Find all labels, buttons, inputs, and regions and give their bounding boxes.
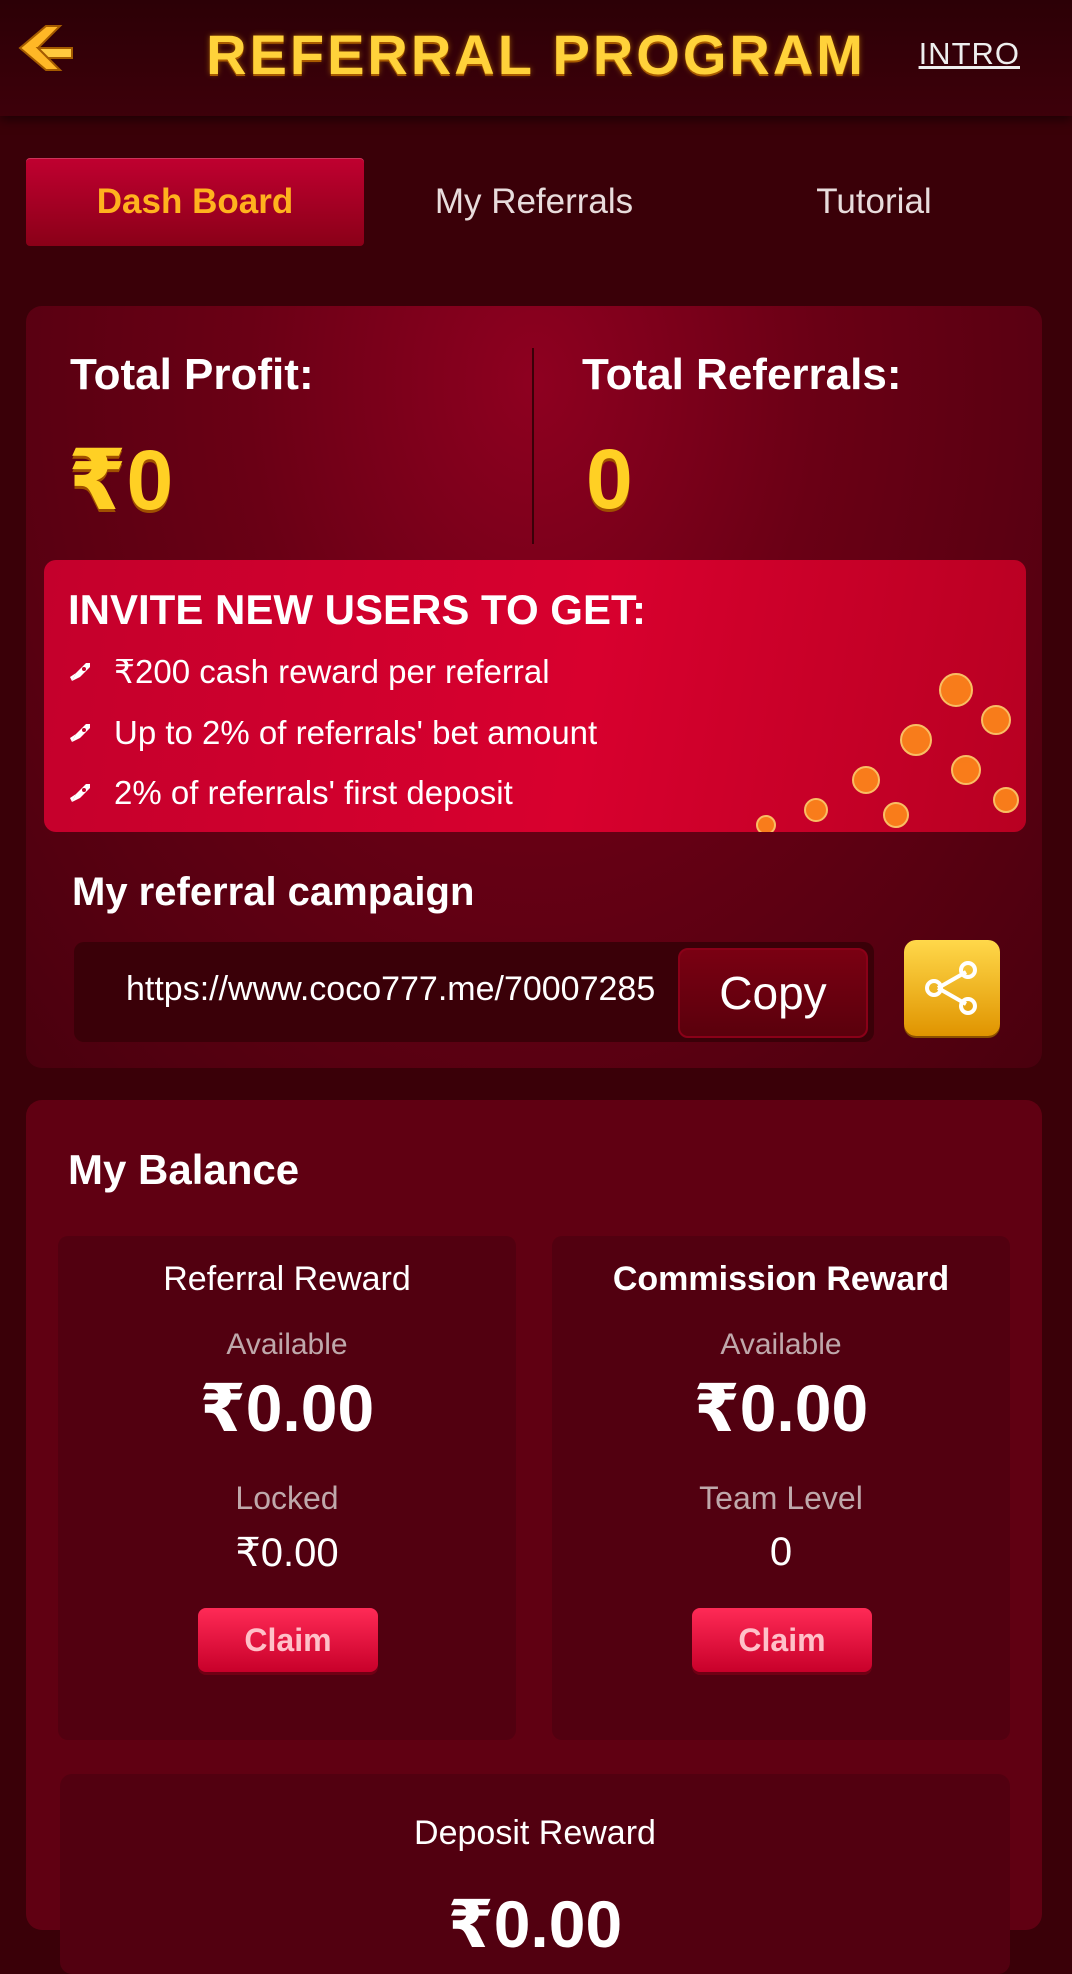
rocket-icon: [70, 662, 90, 681]
team-level-value: 0: [769, 1530, 793, 1574]
available-label: Available: [226, 1328, 348, 1361]
header-bar: REFERRAL PROGRAM INTRO: [0, 0, 1072, 116]
commission-available-value: ₹0.00: [693, 1371, 869, 1445]
commission-reward-panel: Commission Reward Available ₹0.00 Team L…: [552, 1236, 1010, 1740]
balance-title: My Balance: [68, 1146, 300, 1193]
referral-available-value: ₹0.00: [199, 1371, 375, 1445]
invite-benefit-text: Up to 2% of referrals' bet amount: [114, 714, 598, 751]
locked-value: ₹0.00: [235, 1531, 339, 1575]
team-level-label: Team Level: [699, 1480, 863, 1516]
invite-benefit-item: Up to 2% of referrals' bet amount: [68, 714, 597, 752]
invite-title: INVITE NEW USERS TO GET:: [68, 586, 646, 633]
invite-benefit-text: ₹200 cash reward per referral: [114, 653, 550, 690]
tab-bar: Dash Board My Referrals Tutorial: [26, 158, 1046, 246]
commission-reward-title: Commission Reward: [612, 1260, 950, 1298]
deposit-reward-title: Deposit Reward: [414, 1814, 656, 1852]
total-profit-label: Total Profit:: [70, 350, 314, 399]
balance-card: My Balance Referral Reward Available ₹0.…: [26, 1100, 1042, 1974]
share-button[interactable]: [904, 940, 1000, 1036]
rocket-icon: [70, 724, 90, 742]
stats-divider: [532, 348, 534, 544]
rocket-icon: [70, 784, 90, 802]
total-profit-value: ₹0: [68, 433, 174, 527]
invite-banner: INVITE NEW USERS TO GET: ₹200 cash rewar…: [44, 560, 1026, 832]
coins-decoration-icon: [756, 673, 1019, 832]
deposit-reward-value: ₹0.00: [447, 1887, 623, 1961]
claim-referral-button[interactable]: Claim: [198, 1608, 378, 1672]
locked-label: Locked: [235, 1480, 339, 1516]
total-referrals-value: 0: [586, 432, 633, 526]
dashboard-card: Total Profit: ₹0 Total Referrals: 0 INVI…: [26, 306, 1042, 1068]
deposit-reward-panel: Deposit Reward ₹0.00: [60, 1774, 1010, 1974]
tab-dashboard[interactable]: Dash Board: [26, 158, 364, 246]
invite-benefit-item: 2% of referrals' first deposit: [68, 774, 513, 812]
available-label: Available: [720, 1328, 842, 1361]
copy-button[interactable]: Copy: [678, 948, 868, 1038]
tab-tutorial[interactable]: Tutorial: [704, 158, 1044, 246]
total-referrals-label: Total Referrals:: [582, 350, 902, 399]
referral-reward-title: Referral Reward: [163, 1260, 411, 1298]
claim-commission-button[interactable]: Claim: [692, 1608, 872, 1672]
campaign-label: My referral campaign: [72, 870, 475, 914]
invite-benefit-text: 2% of referrals' first deposit: [114, 774, 513, 811]
tab-my-referrals[interactable]: My Referrals: [364, 158, 704, 246]
referral-link-text: https://www.coco777.me/70007285: [126, 970, 656, 1008]
referral-link-field[interactable]: https://www.coco777.me/70007285 Copy: [74, 942, 874, 1042]
invite-benefit-item: ₹200 cash reward per referral: [68, 652, 550, 691]
page-title: REFERRAL PROGRAM: [206, 23, 866, 86]
intro-link[interactable]: INTRO: [919, 36, 1020, 72]
referral-reward-panel: Referral Reward Available ₹0.00 Locked ₹…: [58, 1236, 516, 1740]
share-icon: [925, 961, 977, 1015]
